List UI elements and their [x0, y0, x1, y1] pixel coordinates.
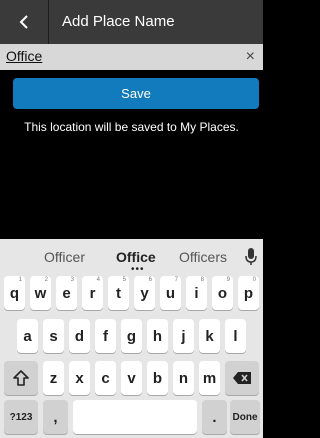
place-name-field[interactable]: Office ×: [0, 44, 263, 70]
key-c[interactable]: c: [95, 361, 116, 395]
key-d[interactable]: d: [69, 319, 90, 353]
key-label: e: [62, 284, 71, 302]
key-g[interactable]: g: [121, 319, 142, 353]
info-text: This location will be saved to My Places…: [24, 120, 239, 134]
page-title: Add Place Name: [62, 13, 175, 30]
key-hint: 4: [96, 277, 100, 283]
key-x[interactable]: x: [69, 361, 90, 395]
save-button[interactable]: Save: [13, 78, 259, 109]
key-hint: 8: [200, 277, 204, 283]
shift-key[interactable]: [4, 361, 38, 395]
period-key[interactable]: .: [202, 400, 227, 434]
shift-icon: [13, 370, 29, 386]
key-r[interactable]: r4: [82, 276, 103, 310]
key-label: u: [165, 284, 176, 302]
key-o[interactable]: o9: [212, 276, 233, 310]
key-t[interactable]: t5: [108, 276, 129, 310]
key-hint: 6: [148, 277, 152, 283]
done-key[interactable]: Done: [230, 400, 260, 434]
key-s[interactable]: s: [43, 319, 64, 353]
symbols-key[interactable]: ?123: [4, 400, 38, 434]
key-j[interactable]: j: [173, 319, 194, 353]
back-button[interactable]: [0, 0, 49, 44]
backspace-icon: [233, 372, 251, 384]
key-z[interactable]: z: [43, 361, 64, 395]
key-a[interactable]: a: [17, 319, 38, 353]
close-icon[interactable]: ×: [246, 47, 255, 67]
space-bar[interactable]: [73, 400, 197, 434]
key-l[interactable]: l: [225, 319, 246, 353]
back-chevron-icon: [19, 15, 28, 29]
key-hint: 5: [122, 277, 126, 283]
key-hint: 1: [18, 277, 22, 283]
keyboard: Officer Office ••• Officers q1 w2 e3 r4 …: [0, 239, 263, 438]
key-hint: 2: [44, 277, 48, 283]
key-hint: 0: [252, 277, 256, 283]
key-h[interactable]: h: [147, 319, 168, 353]
key-label: r: [89, 284, 96, 302]
key-m[interactable]: m: [199, 361, 220, 395]
suggestion-item[interactable]: Officer: [44, 249, 85, 265]
suggestion-item[interactable]: Office: [116, 249, 156, 265]
key-y[interactable]: y6: [134, 276, 155, 310]
microphone-icon[interactable]: [245, 248, 257, 266]
backspace-key[interactable]: [225, 361, 259, 395]
key-hint: 3: [70, 277, 74, 283]
key-hint: 9: [226, 277, 230, 283]
key-u[interactable]: u7: [160, 276, 181, 310]
key-e[interactable]: e3: [56, 276, 77, 310]
key-label: p: [243, 284, 254, 302]
key-w[interactable]: w2: [30, 276, 51, 310]
suggestion-strip: Officer Office ••• Officers: [0, 239, 263, 275]
key-p[interactable]: p0: [238, 276, 259, 310]
suggestion-item[interactable]: Officers: [179, 249, 227, 265]
key-label: i: [194, 284, 199, 302]
place-name-input[interactable]: Office: [6, 48, 42, 64]
title-bar: Add Place Name: [0, 0, 263, 44]
key-v[interactable]: v: [121, 361, 142, 395]
key-n[interactable]: n: [173, 361, 194, 395]
comma-key[interactable]: ,: [43, 400, 68, 434]
key-b[interactable]: b: [147, 361, 168, 395]
key-label: o: [217, 284, 228, 302]
more-suggestions-indicator: •••: [131, 264, 145, 275]
key-hint: 7: [174, 277, 178, 283]
key-label: t: [116, 284, 121, 302]
key-label: q: [9, 284, 20, 302]
key-label: w: [34, 284, 47, 302]
key-q[interactable]: q1: [4, 276, 25, 310]
key-k[interactable]: k: [199, 319, 220, 353]
key-f[interactable]: f: [95, 319, 116, 353]
key-i[interactable]: i8: [186, 276, 207, 310]
key-label: y: [140, 284, 149, 302]
